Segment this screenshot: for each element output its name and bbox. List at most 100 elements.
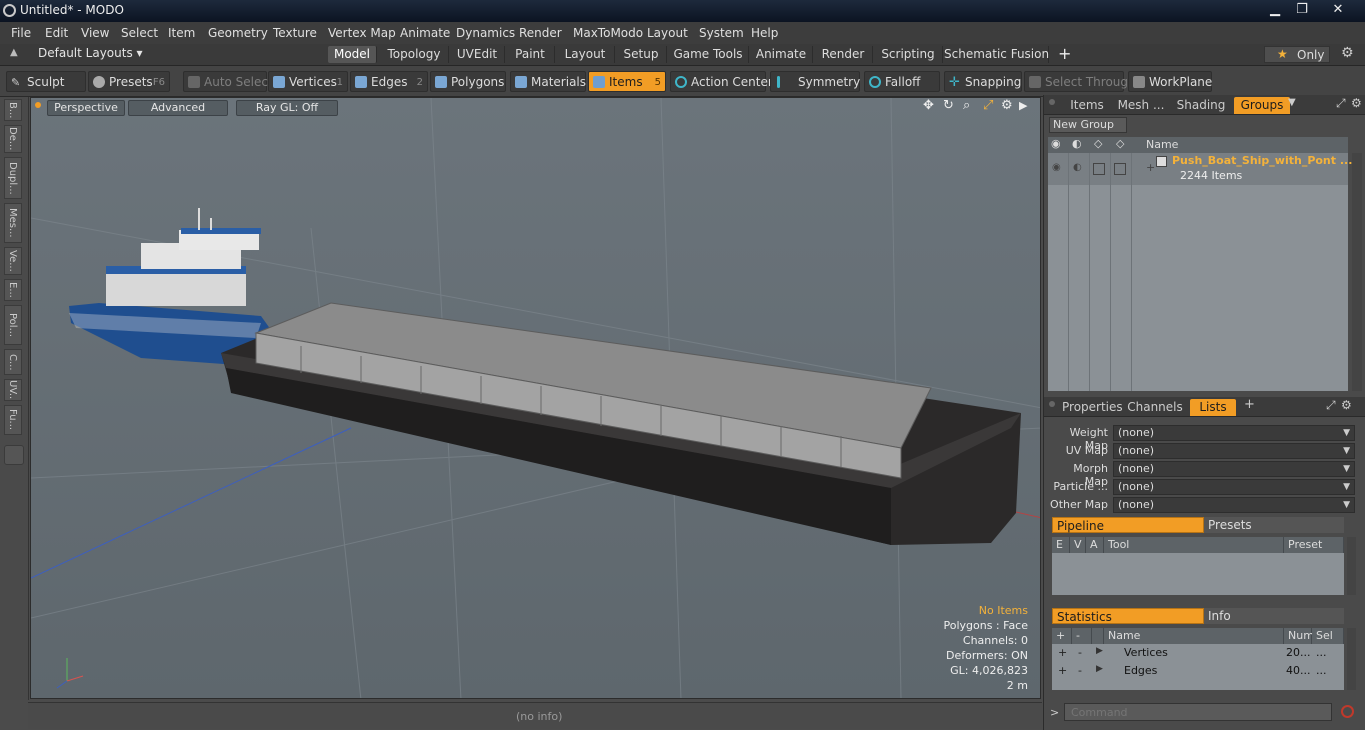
- other-map-select[interactable]: (none) ▼: [1113, 497, 1355, 513]
- menu-help[interactable]: Help: [751, 26, 778, 40]
- left-tab-uv[interactable]: UV...: [4, 379, 22, 401]
- lock-icon[interactable]: ◇: [1094, 137, 1102, 150]
- menu-layout[interactable]: Layout: [647, 26, 688, 40]
- edges-button[interactable]: Edges 2: [350, 71, 428, 92]
- particle-map-select[interactable]: (none) ▼: [1113, 479, 1355, 495]
- expand-panel-icon[interactable]: ⤢: [1336, 96, 1346, 111]
- menu-select[interactable]: Select: [121, 26, 158, 40]
- tab-animate[interactable]: Animate: [750, 46, 813, 63]
- tab-mesh[interactable]: Mesh ...: [1114, 97, 1168, 114]
- select-icon[interactable]: ◇: [1116, 137, 1124, 150]
- lists-expand-icon[interactable]: ⤢: [1326, 398, 1336, 413]
- tab-paint[interactable]: Paint: [506, 46, 555, 63]
- menu-texture[interactable]: Texture: [273, 26, 317, 40]
- action-center-button[interactable]: Action Center: [670, 71, 773, 92]
- command-input[interactable]: [1064, 703, 1332, 721]
- menu-view[interactable]: View: [81, 26, 109, 40]
- tab-groups[interactable]: Groups: [1234, 97, 1290, 114]
- tab-model[interactable]: Model: [328, 46, 377, 63]
- tab-layout[interactable]: Layout: [556, 46, 615, 63]
- presets-tab[interactable]: Presets: [1204, 517, 1344, 533]
- groups-scrollbar[interactable]: [1352, 153, 1362, 391]
- polygons-button[interactable]: Polygons: [430, 71, 506, 92]
- weight-map-select[interactable]: (none) ▼: [1113, 425, 1355, 441]
- tab-lists[interactable]: Lists: [1190, 399, 1236, 416]
- expand-triangle-icon[interactable]: ▶: [1096, 646, 1103, 656]
- table-row[interactable]: + - ▶ Vertices 20... ...: [1052, 646, 1344, 663]
- expand-plus-icon[interactable]: +: [1146, 161, 1155, 174]
- left-strip-toggle-button[interactable]: [4, 445, 24, 465]
- left-tab-curve[interactable]: C...: [4, 349, 22, 375]
- only-toggle[interactable]: ★ Only: [1264, 46, 1330, 63]
- lists-gear-icon[interactable]: ⚙: [1341, 398, 1352, 412]
- tab-setup[interactable]: Setup: [616, 46, 667, 63]
- add-tab-lists-button[interactable]: +: [1244, 397, 1255, 412]
- menu-system[interactable]: System: [699, 26, 744, 40]
- pipeline-scrollbar[interactable]: [1347, 537, 1356, 595]
- tab-shading[interactable]: Shading: [1172, 97, 1230, 114]
- stats-col-minus[interactable]: -: [1072, 628, 1092, 644]
- collapse-arrow-icon[interactable]: ▲: [10, 47, 18, 58]
- menu-file[interactable]: File: [11, 26, 31, 40]
- visibility-eye-icon[interactable]: ◉: [1051, 137, 1061, 150]
- items-button[interactable]: Items 5: [588, 71, 666, 92]
- stats-plus-button[interactable]: +: [1058, 646, 1067, 659]
- tab-properties[interactable]: Properties: [1062, 399, 1123, 416]
- menu-maxtomodo[interactable]: MaxToModo: [573, 26, 643, 40]
- tab-items[interactable]: Items: [1064, 97, 1110, 114]
- menu-vertex-map[interactable]: Vertex Map: [328, 26, 396, 40]
- new-group-button[interactable]: New Group: [1049, 117, 1127, 133]
- tab-scripting[interactable]: Scripting: [874, 46, 943, 63]
- tab-uvedit[interactable]: UVEdit: [450, 46, 505, 63]
- restore-button[interactable]: ❐: [1289, 0, 1315, 19]
- menu-item[interactable]: Item: [168, 26, 195, 40]
- minimize-button[interactable]: ▁: [1262, 0, 1288, 19]
- expand-triangle-icon[interactable]: ▶: [1096, 664, 1103, 674]
- 3d-viewport[interactable]: Perspective Advanced Ray GL: Off ✥ ↻ ⌕ ⤢…: [30, 97, 1041, 699]
- render-icon[interactable]: ◐: [1072, 137, 1082, 150]
- table-row[interactable]: + - ▶ Edges 40... ...: [1052, 664, 1344, 681]
- left-tab-polygon[interactable]: Pol...: [4, 305, 22, 345]
- menu-dynamics[interactable]: Dynamics: [456, 26, 515, 40]
- left-tab-b[interactable]: B...: [4, 99, 22, 121]
- left-tab-fusion[interactable]: Fu...: [4, 405, 22, 435]
- menu-edit[interactable]: Edit: [45, 26, 68, 40]
- snapping-button[interactable]: ✛ Snapping: [944, 71, 1022, 92]
- stats-scrollbar[interactable]: [1347, 628, 1356, 690]
- vertices-button[interactable]: Vertices 1: [268, 71, 348, 92]
- menu-geometry[interactable]: Geometry: [208, 26, 268, 40]
- panel-gear-icon[interactable]: ⚙: [1351, 96, 1362, 110]
- stats-plus-button[interactable]: +: [1058, 664, 1067, 677]
- row-lock-checkbox[interactable]: [1093, 163, 1105, 175]
- default-layouts-dropdown[interactable]: Default Layouts ▾: [38, 46, 143, 60]
- statistics-tab[interactable]: Statistics: [1052, 608, 1204, 624]
- close-button[interactable]: ✕: [1316, 0, 1360, 19]
- row-select-checkbox[interactable]: [1114, 163, 1126, 175]
- left-tab-vertex[interactable]: Ve...: [4, 247, 22, 275]
- row-eye-icon[interactable]: ◉: [1052, 162, 1061, 173]
- tab-render[interactable]: Render: [814, 46, 873, 63]
- stats-minus-button[interactable]: -: [1078, 664, 1082, 677]
- menu-render[interactable]: Render: [519, 26, 562, 40]
- falloff-button[interactable]: Falloff: [864, 71, 940, 92]
- uv-map-select[interactable]: (none) ▼: [1113, 443, 1355, 459]
- left-tab-edge[interactable]: E...: [4, 279, 22, 301]
- record-icon[interactable]: [1341, 705, 1354, 718]
- select-through-button[interactable]: Select Through: [1024, 71, 1136, 92]
- tab-topology[interactable]: Topology: [380, 46, 449, 63]
- stats-col-plus[interactable]: +: [1052, 628, 1072, 644]
- stats-minus-button[interactable]: -: [1078, 646, 1082, 659]
- tab-channels[interactable]: Channels: [1126, 399, 1184, 416]
- materials-button[interactable]: Materials: [510, 71, 586, 92]
- gear-icon[interactable]: ⚙: [1341, 45, 1354, 61]
- info-tab[interactable]: Info: [1204, 608, 1344, 624]
- tabs-dropdown-icon[interactable]: ▼: [1288, 97, 1296, 108]
- presets-button[interactable]: Presets F6: [88, 71, 170, 92]
- auto-select-button[interactable]: Auto Select: [183, 71, 273, 92]
- left-tab-duplicate[interactable]: Dupl...: [4, 157, 22, 199]
- sculpt-button[interactable]: ✎ Sculpt: [6, 71, 86, 92]
- symmetry-button[interactable]: Symmetry: [770, 71, 860, 92]
- pipeline-tab[interactable]: Pipeline: [1052, 517, 1204, 533]
- row-render-icon[interactable]: ◐: [1073, 162, 1082, 173]
- workplane-button[interactable]: WorkPlane: [1128, 71, 1212, 92]
